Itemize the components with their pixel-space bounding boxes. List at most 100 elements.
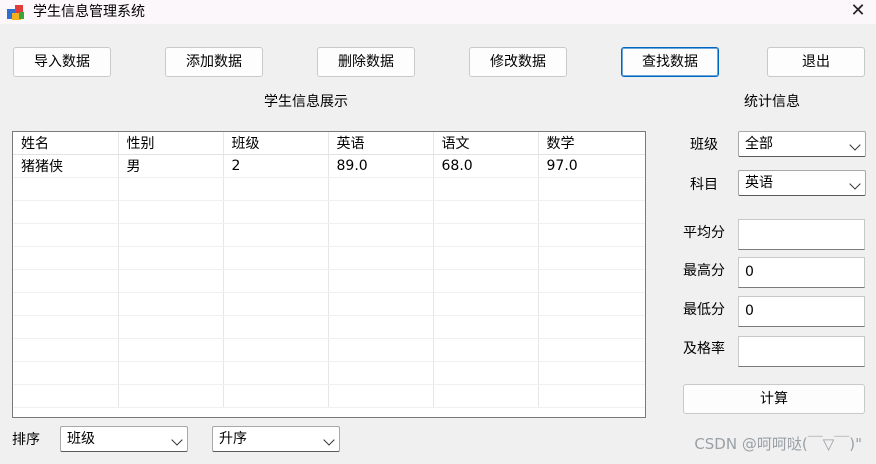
table-cell — [118, 292, 224, 316]
table-cell — [118, 200, 224, 224]
sort-order-select[interactable]: 升序 — [212, 426, 340, 452]
chevron-down-icon — [849, 139, 861, 151]
chevron-down-icon — [323, 434, 335, 446]
subject-select-value: 英语 — [745, 175, 773, 191]
table-cell: 2 — [223, 154, 329, 178]
table-cell — [13, 361, 119, 385]
table-row[interactable]: 猪猪侠男 2 89.0 68.0 97.0 — [13, 154, 645, 178]
sort-field-select[interactable]: 班级 — [60, 426, 188, 452]
table-cell — [538, 384, 645, 408]
table-cell — [223, 269, 329, 293]
table-row[interactable] — [13, 384, 645, 408]
table-cell — [223, 200, 329, 224]
table-cell — [118, 361, 224, 385]
class-select[interactable]: 全部 — [738, 131, 866, 157]
table-row[interactable] — [13, 292, 645, 316]
display-title: 学生信息展示 — [264, 94, 348, 110]
table-cell — [223, 315, 329, 339]
table-cell — [223, 246, 329, 270]
table-row[interactable] — [13, 315, 645, 339]
compute-button[interactable]: 计算 — [683, 384, 865, 414]
table-row[interactable] — [13, 246, 645, 270]
max-field[interactable]: 0 — [738, 257, 865, 288]
table-cell — [223, 384, 329, 408]
search-button[interactable]: 查找数据 — [621, 47, 719, 77]
min-field[interactable]: 0 — [738, 296, 865, 327]
table-cell — [118, 315, 224, 339]
class-label: 班级 — [690, 137, 718, 153]
table-cell — [328, 338, 434, 362]
column-header[interactable]: 英语 — [328, 132, 434, 155]
pass-rate-label: 及格率 — [683, 341, 725, 357]
table-cell — [433, 361, 539, 385]
import-button[interactable]: 导入数据 — [13, 47, 111, 77]
modify-button[interactable]: 修改数据 — [469, 47, 567, 77]
pass-rate-field[interactable] — [738, 336, 865, 367]
table-cell — [223, 177, 329, 201]
table-cell: 97.0 — [538, 154, 645, 178]
table-cell — [538, 200, 645, 224]
table-row[interactable] — [13, 269, 645, 293]
table-row[interactable] — [13, 361, 645, 385]
column-header[interactable]: 性别 — [118, 132, 224, 155]
table-cell — [223, 338, 329, 362]
close-icon[interactable]: ✕ — [846, 0, 870, 24]
chevron-down-icon — [849, 178, 861, 190]
sort-label: 排序 — [12, 432, 40, 448]
column-header[interactable]: 数学 — [538, 132, 645, 155]
column-header[interactable]: 姓名 — [13, 132, 119, 155]
table-row[interactable] — [13, 200, 645, 224]
table-row[interactable] — [13, 338, 645, 362]
table-cell — [13, 384, 119, 408]
table-cell — [118, 177, 224, 201]
class-select-value: 全部 — [745, 136, 773, 152]
table-cell — [433, 292, 539, 316]
table-cell — [118, 246, 224, 270]
table-cell — [328, 384, 434, 408]
table-cell — [118, 384, 224, 408]
min-label: 最低分 — [683, 302, 725, 318]
table-cell — [538, 361, 645, 385]
table-cell — [13, 269, 119, 293]
table-cell — [538, 315, 645, 339]
column-header[interactable]: 语文 — [433, 132, 539, 155]
subject-select[interactable]: 英语 — [738, 170, 866, 196]
table-cell — [328, 269, 434, 293]
table-cell — [538, 223, 645, 247]
table-cell — [328, 361, 434, 385]
table-cell — [433, 315, 539, 339]
table-cell — [13, 177, 119, 201]
table-header: 姓名 性别 班级 英语 语文 数学 — [13, 132, 645, 155]
table-row[interactable] — [13, 177, 645, 201]
avg-label: 平均分 — [683, 225, 725, 241]
chevron-down-icon — [171, 434, 183, 446]
table-cell — [433, 223, 539, 247]
app-icon — [6, 3, 26, 21]
add-button[interactable]: 添加数据 — [165, 47, 263, 77]
table-cell — [328, 292, 434, 316]
avg-field[interactable] — [738, 219, 865, 250]
table-cell — [328, 246, 434, 270]
table-row[interactable] — [13, 223, 645, 247]
table-cell: 男 — [118, 154, 224, 178]
table-cell — [223, 361, 329, 385]
table-cell: 89.0 — [328, 154, 434, 178]
table-cell — [433, 177, 539, 201]
delete-button[interactable]: 删除数据 — [317, 47, 415, 77]
table-cell — [13, 338, 119, 362]
column-header[interactable]: 班级 — [223, 132, 329, 155]
table-cell — [328, 315, 434, 339]
table-cell: 猪猪侠 — [13, 154, 119, 178]
exit-button[interactable]: 退出 — [767, 47, 865, 77]
table-cell — [433, 200, 539, 224]
student-table[interactable]: 姓名 性别 班级 英语 语文 数学 猪猪侠男 2 89.0 68.0 97.0 — [12, 131, 646, 418]
sort-field-value: 班级 — [67, 431, 95, 447]
max-label: 最高分 — [683, 263, 725, 279]
table-cell — [118, 269, 224, 293]
table-cell: 68.0 — [433, 154, 539, 178]
table-cell — [13, 223, 119, 247]
table-cell — [433, 338, 539, 362]
table-cell — [538, 338, 645, 362]
table-cell — [538, 292, 645, 316]
table-cell — [433, 269, 539, 293]
